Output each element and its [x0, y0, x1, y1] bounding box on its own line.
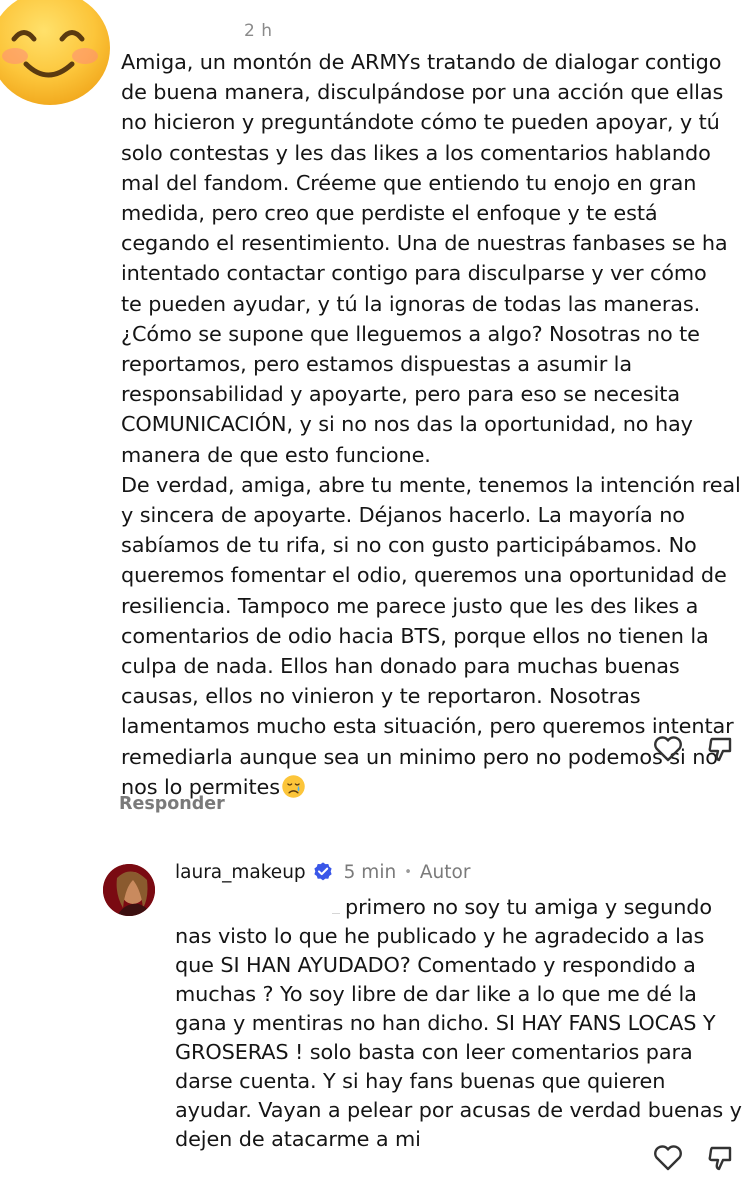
dislike-icon[interactable]	[704, 1141, 738, 1175]
comment-header: laura_makeup 5 min • Autor	[175, 861, 470, 883]
username-link[interactable]: laura_makeup	[175, 862, 306, 883]
comment-text: Amiga, un montón de ARMYs tratando de di…	[121, 50, 741, 799]
like-heart-icon[interactable]	[651, 1141, 685, 1175]
like-heart-icon[interactable]	[651, 732, 685, 766]
verified-badge-icon	[314, 862, 332, 881]
author-badge: Autor	[419, 861, 471, 883]
comment-timestamp: 5 min	[343, 861, 397, 883]
reply-text: primero no soy tu amiga y segundo nas vi…	[175, 895, 742, 1151]
crying-face-emoji	[282, 775, 305, 798]
comment-timestamp: 2 h	[244, 21, 273, 41]
profile-photo	[103, 864, 155, 916]
reply-button[interactable]: Responder	[119, 794, 225, 814]
dislike-icon[interactable]	[704, 732, 738, 766]
avatar[interactable]	[103, 864, 155, 916]
smiling-face-emoji-avatar	[0, 0, 110, 105]
separator-dot: •	[404, 864, 412, 880]
